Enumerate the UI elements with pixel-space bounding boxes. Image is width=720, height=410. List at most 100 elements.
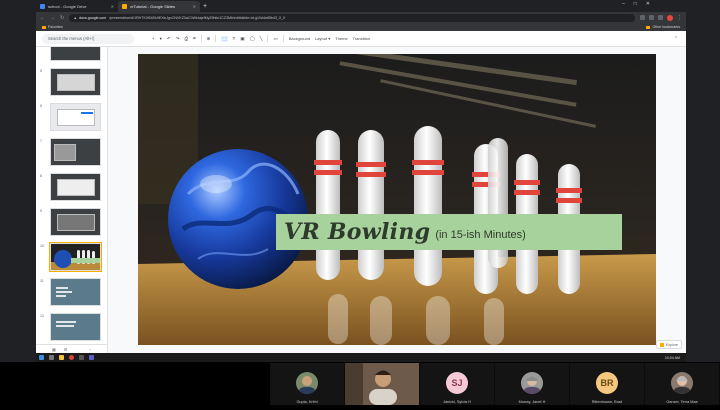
participant-tile[interactable]: Gupta, Krithi [270, 363, 344, 405]
theme-button[interactable]: Theme [335, 36, 347, 41]
list-view-icon[interactable]: ☰ [64, 347, 68, 352]
participant-avatar: BR [596, 372, 618, 394]
windows-start-icon[interactable] [39, 355, 44, 360]
slides-favicon-icon [122, 4, 127, 9]
select-tool-icon[interactable]: ⬚ [221, 35, 228, 42]
minimize-icon[interactable]: – [622, 1, 625, 7]
extensions-area: ⋮ [640, 14, 682, 21]
divider [200, 35, 202, 42]
extension-icon[interactable] [640, 15, 645, 20]
participant-tile[interactable]: Ganzer, Terra Mae [645, 363, 719, 405]
tab-google-slides[interactable]: vrTutorial - Google Slides ✕ [118, 1, 200, 12]
slides-app: Search the menus (Alt+/) + ▾ ↶ ↷ ⎙ ⌗ ⊕ ⬚… [36, 31, 686, 353]
toolbar-buttons: + ▾ ↶ ↷ ⎙ ⌗ ⊕ ⬚ T ▣ ◯ ╲ ▭ Background Lay… [152, 35, 370, 42]
participant-avatar [671, 372, 693, 394]
layout-button[interactable]: Layout ▾ [315, 36, 330, 41]
image-icon[interactable]: ▣ [240, 36, 244, 42]
lock-icon: 🔒︎ [74, 15, 77, 20]
slide-thumbnail[interactable] [36, 47, 107, 63]
meeting-participants-strip: Gupta, Krithi SJ Janicki, Sylvia H Murra… [270, 363, 720, 405]
maximize-icon[interactable]: □ [634, 1, 637, 7]
folder-icon [646, 25, 651, 29]
background-button[interactable]: Background [289, 36, 310, 41]
slide-thumbnail[interactable]: 9 [36, 208, 107, 238]
participant-name: Gupta, Krithi [296, 400, 318, 404]
redo-icon[interactable]: ↷ [176, 36, 180, 42]
profile-avatar-icon[interactable] [667, 14, 673, 21]
browser-tab-strip: school - Google Drive ✕ vrTutorial - Goo… [36, 0, 686, 12]
undo-icon[interactable]: ↶ [167, 36, 171, 42]
grid-view-icon[interactable]: ▦ [52, 347, 56, 352]
participant-name: Ganzer, Terra Mae [666, 400, 698, 404]
url-host: docs.google.com [79, 15, 107, 20]
kebab-menu-icon[interactable]: ⋮ [677, 15, 682, 21]
slide-canvas[interactable]: VR Bowling (in 15-ish Minutes) [138, 54, 656, 345]
slide-thumbnail[interactable]: 12 [36, 313, 107, 343]
reload-icon[interactable]: ↻ [60, 15, 64, 21]
slide-thumbnail[interactable]: 11 [36, 278, 107, 308]
line-icon[interactable]: ╲ [260, 36, 263, 42]
slide-title: VR Bowling [284, 219, 431, 245]
extension-icon[interactable] [649, 15, 654, 20]
participant-tile[interactable]: SJ Janicki, Sylvia H [420, 363, 494, 405]
transition-button[interactable]: Transition [353, 36, 370, 41]
bookmark-favorites[interactable]: Favorites [42, 25, 63, 29]
zoom-icon[interactable]: ⊕ [207, 36, 211, 42]
comment-icon[interactable]: ▭ [273, 36, 277, 42]
paint-format-icon[interactable]: ⌗ [193, 36, 196, 41]
forward-icon[interactable]: → [50, 15, 55, 21]
participant-avatar: SJ [446, 372, 468, 394]
extension-icon[interactable] [658, 15, 663, 20]
slide-filmstrip: 5 6 7 8 9 10 11 12 ▦ ☰ ‹ [36, 47, 108, 353]
explore-button[interactable]: Explore [655, 340, 682, 349]
new-tab-button[interactable]: + [203, 2, 207, 12]
slides-toolbar: Search the menus (Alt+/) + ▾ ↶ ↷ ⎙ ⌗ ⊕ ⬚… [36, 31, 686, 47]
bookmark-other[interactable]: Other bookmarks [646, 25, 680, 29]
folder-icon [42, 25, 46, 29]
back-icon[interactable]: ← [40, 15, 45, 21]
new-slide-icon[interactable]: + [152, 36, 155, 41]
slide-thumbnail[interactable]: 6 [36, 103, 107, 133]
close-tab-icon[interactable]: ✕ [111, 4, 114, 9]
participant-avatar [521, 372, 543, 394]
address-bar[interactable]: 🔒︎ docs.google.com /presentation/d/1RHTK… [69, 13, 635, 22]
drive-favicon-icon [40, 4, 45, 9]
collapse-toolbar-icon[interactable]: ⌃ [674, 36, 678, 42]
tab-title: school - Google Drive [48, 4, 87, 9]
shape-icon[interactable]: ◯ [250, 36, 255, 42]
search-icon[interactable] [49, 355, 54, 360]
slide-thumbnail[interactable]: 8 [36, 173, 107, 203]
divider [267, 35, 269, 42]
participant-tile[interactable]: BR Rittenhouse, Brad [570, 363, 644, 405]
app-icon[interactable] [79, 355, 84, 360]
textbox-icon[interactable]: T [233, 36, 236, 41]
address-row: ← → ↻ 🔒︎ docs.google.com /presentation/d… [36, 12, 686, 23]
participant-tile[interactable]: Murray, Janet H [495, 363, 569, 405]
participant-name: Janicki, Sylvia H [443, 400, 471, 404]
file-explorer-icon[interactable] [59, 355, 64, 360]
os-taskbar: 10:04 AM [36, 353, 686, 362]
slide-title-banner[interactable]: VR Bowling (in 15-ish Minutes) [276, 214, 622, 250]
print-icon[interactable]: ⎙ [184, 36, 188, 41]
participant-video-tile[interactable] [345, 363, 419, 405]
url-path: /presentation/d/1RHTKXB4Ek9EXlcJgxCNVKZ0… [109, 15, 285, 20]
participant-video [345, 363, 419, 405]
slide-thumbnail[interactable]: 5 [36, 68, 107, 98]
participant-name: Murray, Janet H [518, 400, 546, 404]
explore-icon [659, 342, 664, 347]
menu-search-input[interactable]: Search the menus (Alt+/) [42, 33, 134, 44]
tab-google-drive[interactable]: school - Google Drive ✕ [36, 1, 118, 12]
divider [282, 35, 284, 42]
tab-title: vrTutorial - Google Slides [130, 4, 175, 9]
chevron-down-icon[interactable]: ▾ [160, 36, 162, 42]
teams-icon[interactable] [89, 355, 94, 360]
close-window-icon[interactable]: ✕ [646, 1, 650, 7]
bowling-photo [138, 54, 656, 345]
close-tab-icon[interactable]: ✕ [193, 4, 196, 9]
bookmarks-bar: Favorites Other bookmarks [36, 23, 686, 31]
system-clock: 10:04 AM [664, 355, 680, 360]
slide-thumbnail-current[interactable]: 10 [36, 242, 107, 273]
chrome-icon[interactable] [69, 355, 74, 360]
collapse-panel-icon[interactable]: ‹ [89, 347, 90, 352]
slide-thumbnail[interactable]: 7 [36, 138, 107, 168]
